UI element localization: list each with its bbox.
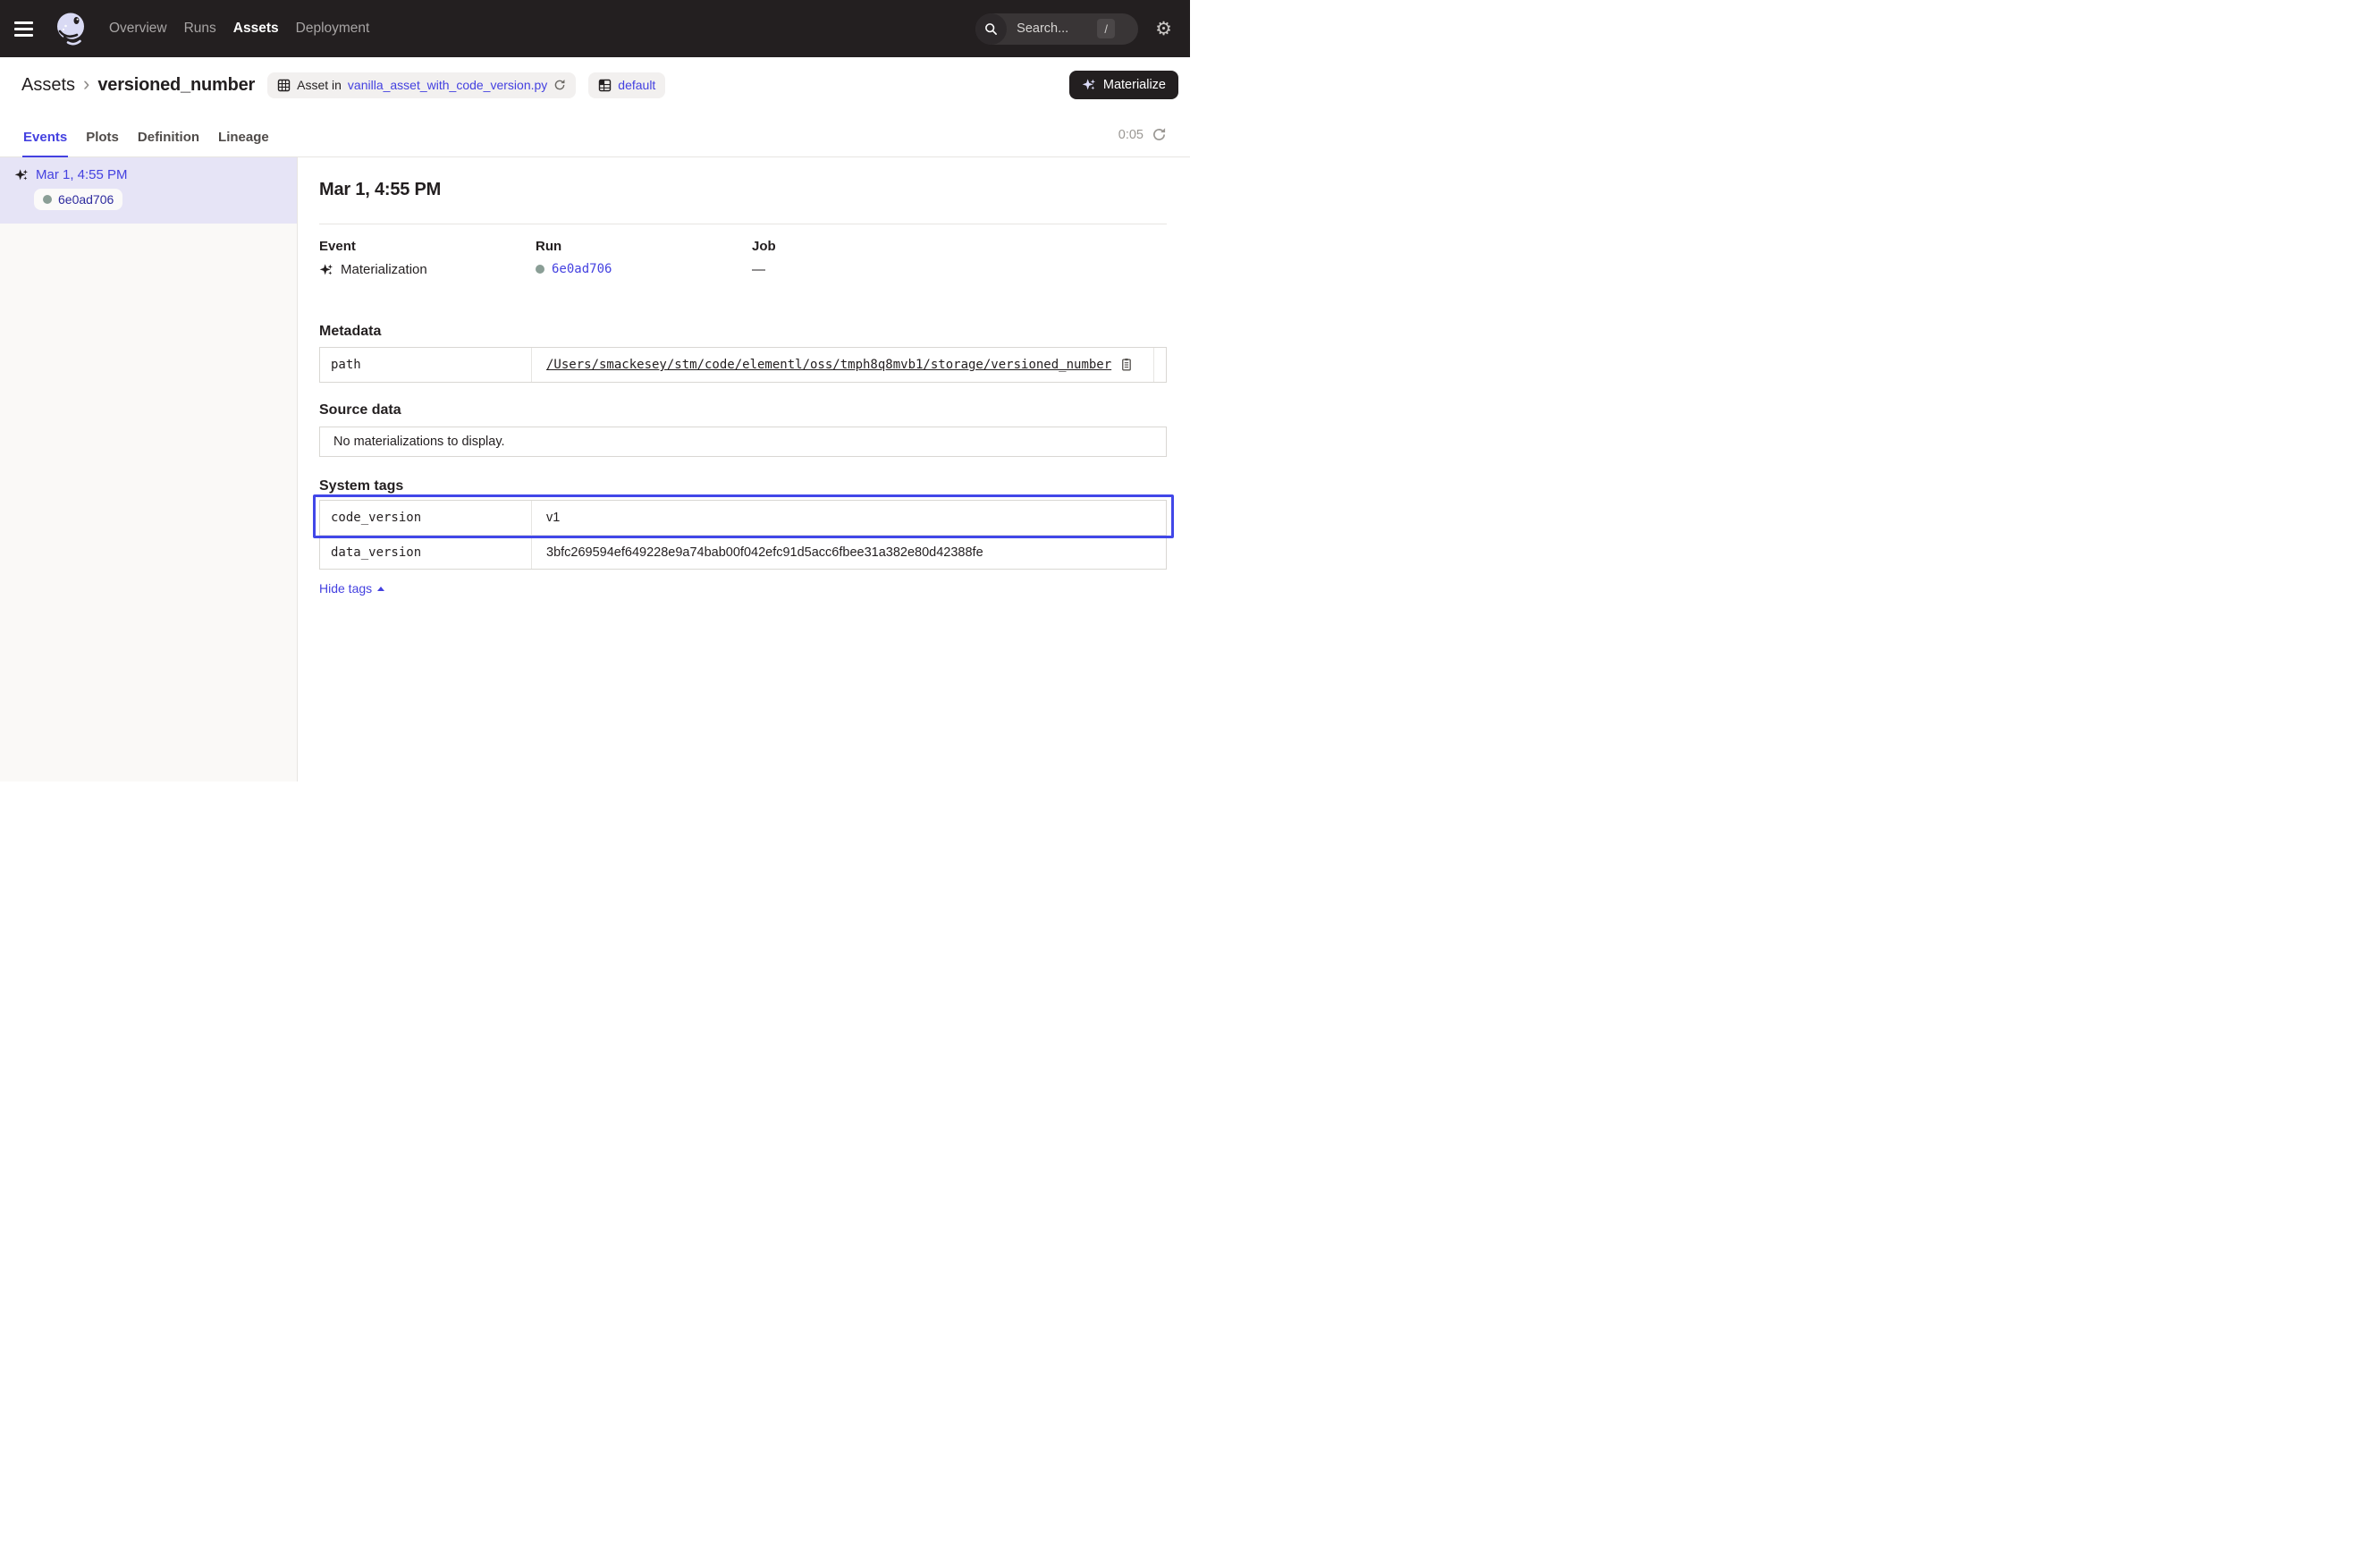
source-data-empty-box: No materializations to display. bbox=[319, 427, 1167, 457]
tabs-bar: Events Plots Definition Lineage 0:05 bbox=[0, 113, 1190, 157]
materialization-sparkle-icon bbox=[319, 263, 333, 277]
tag-value: v1 bbox=[532, 501, 1166, 535]
tab-definition[interactable]: Definition bbox=[137, 130, 200, 156]
run-label: Run bbox=[536, 239, 752, 254]
run-id-label: 6e0ad706 bbox=[58, 192, 114, 207]
repo-link[interactable]: default bbox=[618, 78, 655, 92]
search-icon bbox=[975, 13, 1007, 45]
job-label: Job bbox=[752, 239, 968, 254]
event-run-job-row: Event Materialization Run 6e0ad bbox=[319, 239, 1167, 277]
search-box[interactable]: / bbox=[975, 13, 1138, 45]
table-row-data-version: data_version 3bfc269594ef649228e9a74bab0… bbox=[320, 535, 1166, 569]
auto-refresh: 0:05 bbox=[1118, 127, 1167, 142]
page-header: Assets › versioned_number Asset in vanil… bbox=[0, 57, 1190, 113]
search-shortcut-key: / bbox=[1097, 19, 1115, 38]
event-timestamp[interactable]: Mar 1, 4:55 PM bbox=[36, 167, 128, 182]
tab-plots[interactable]: Plots bbox=[85, 130, 120, 156]
breadcrumb-assets[interactable]: Assets bbox=[21, 75, 75, 96]
event-list-item[interactable]: Mar 1, 4:55 PM 6e0ad706 bbox=[0, 157, 297, 224]
asset-grid-icon bbox=[277, 79, 291, 92]
settings-gear-icon[interactable]: ⚙ bbox=[1155, 20, 1172, 38]
tab-events[interactable]: Events bbox=[22, 130, 68, 157]
hamburger-menu-icon[interactable] bbox=[14, 16, 39, 41]
system-tags-heading: System tags bbox=[319, 478, 1167, 494]
nav-links: Overview Runs Assets Deployment bbox=[107, 17, 371, 40]
asset-file-link[interactable]: vanilla_asset_with_code_version.py bbox=[348, 78, 547, 92]
tag-value: 3bfc269594ef649228e9a74bab00f042efc91d5a… bbox=[532, 536, 1166, 569]
content-area: Mar 1, 4:55 PM 6e0ad706 Mar 1, 4:55 PM E… bbox=[0, 157, 1190, 782]
hide-tags-label: Hide tags bbox=[319, 581, 372, 596]
nav-item-overview[interactable]: Overview bbox=[107, 17, 169, 40]
nav-item-assets[interactable]: Assets bbox=[232, 17, 281, 40]
search-input[interactable] bbox=[1015, 21, 1097, 37]
repo-badge: default bbox=[588, 72, 665, 98]
breadcrumb-chevron-icon: › bbox=[83, 74, 89, 94]
run-status-dot bbox=[536, 265, 544, 274]
events-sidebar: Mar 1, 4:55 PM 6e0ad706 bbox=[0, 157, 298, 782]
event-detail-panel: Mar 1, 4:55 PM Event Materialization bbox=[298, 157, 1190, 782]
metadata-table: path /Users/smackesey/stm/code/elementl/… bbox=[319, 347, 1167, 383]
materialize-label: Materialize bbox=[1103, 78, 1166, 92]
metadata-path-link[interactable]: /Users/smackesey/stm/code/elementl/oss/t… bbox=[546, 358, 1111, 372]
event-detail-title: Mar 1, 4:55 PM bbox=[319, 178, 1167, 201]
hide-tags-link[interactable]: Hide tags bbox=[319, 581, 384, 596]
nav-item-deployment[interactable]: Deployment bbox=[294, 17, 372, 40]
source-data-heading: Source data bbox=[319, 402, 1167, 418]
asset-definition-badge: Asset in vanilla_asset_with_code_version… bbox=[267, 72, 576, 98]
system-tags-table-wrap: code_version v1 data_version 3bfc269594e… bbox=[319, 500, 1167, 570]
metadata-row-end-cell bbox=[1153, 348, 1166, 382]
event-label: Event bbox=[319, 239, 536, 254]
dagster-logo-icon[interactable] bbox=[53, 11, 89, 46]
page-title: versioned_number bbox=[97, 75, 255, 96]
caret-up-icon bbox=[377, 587, 384, 591]
system-tags-table: code_version v1 data_version 3bfc269594e… bbox=[319, 500, 1167, 570]
asset-badge-prefix: Asset in bbox=[297, 78, 342, 92]
copy-icon[interactable] bbox=[1119, 358, 1133, 372]
tab-lineage[interactable]: Lineage bbox=[217, 130, 270, 156]
workspace-icon bbox=[598, 79, 612, 92]
run-status-dot bbox=[43, 195, 52, 204]
asset-tabs: Events Plots Definition Lineage bbox=[22, 130, 270, 156]
metadata-heading: Metadata bbox=[319, 324, 1167, 340]
reload-definition-icon[interactable] bbox=[553, 79, 566, 91]
run-id-link[interactable]: 6e0ad706 bbox=[552, 262, 612, 276]
refresh-countdown: 0:05 bbox=[1118, 128, 1144, 142]
materialize-button[interactable]: Materialize bbox=[1069, 71, 1178, 99]
run-id-pill[interactable]: 6e0ad706 bbox=[34, 189, 122, 210]
tag-key: code_version bbox=[320, 501, 532, 535]
event-type-value: Materialization bbox=[341, 262, 427, 277]
metadata-key: path bbox=[320, 348, 532, 382]
nav-item-runs[interactable]: Runs bbox=[182, 17, 218, 40]
job-value: — bbox=[752, 262, 765, 277]
tag-key: data_version bbox=[320, 536, 532, 569]
materialization-sparkle-icon bbox=[14, 168, 29, 182]
refresh-icon[interactable] bbox=[1152, 127, 1167, 142]
dagster-app: Overview Runs Assets Deployment / ⚙ Asse… bbox=[0, 0, 1190, 782]
table-row-code-version: code_version v1 bbox=[320, 501, 1166, 535]
sparkle-icon bbox=[1082, 78, 1096, 92]
source-data-empty-text: No materializations to display. bbox=[333, 435, 505, 449]
top-nav: Overview Runs Assets Deployment / ⚙ bbox=[0, 0, 1190, 57]
